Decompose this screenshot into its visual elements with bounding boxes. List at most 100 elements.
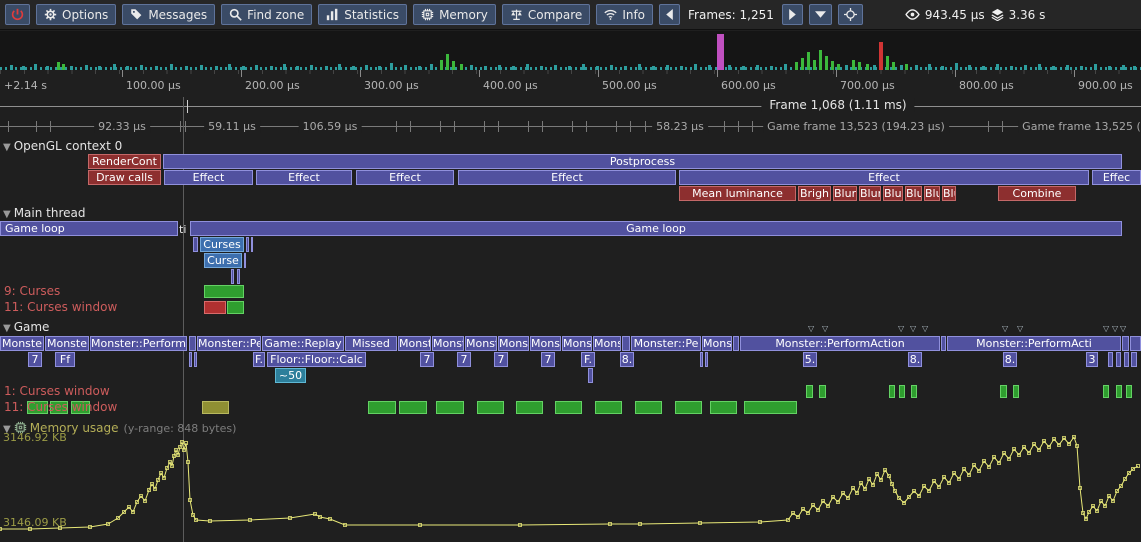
zone[interactable]: Effect xyxy=(458,170,676,185)
zone[interactable] xyxy=(733,336,739,351)
frame-band[interactable]: Frame 1,068 (1.11 ms) xyxy=(0,96,1141,116)
lock-bar[interactable] xyxy=(819,385,826,398)
lock-bar[interactable] xyxy=(1116,385,1122,398)
zone[interactable]: Monsti xyxy=(465,336,497,351)
zone[interactable] xyxy=(231,269,234,284)
section-header-memory[interactable]: ▼Memory usage(y-range: 848 bytes) xyxy=(3,419,236,435)
zone[interactable]: Floor::Floor::Calc xyxy=(267,352,366,367)
zone[interactable] xyxy=(1131,352,1137,367)
zone[interactable]: Blur xyxy=(859,186,881,201)
lock-bar[interactable] xyxy=(1103,385,1109,398)
lock-bar[interactable] xyxy=(477,401,504,414)
zone[interactable]: Monster::PerformAction xyxy=(740,336,940,351)
message-marker-icon[interactable]: ▽ xyxy=(922,325,928,333)
zone[interactable] xyxy=(705,352,708,367)
lock-bar[interactable] xyxy=(710,401,737,414)
zone[interactable]: Monst xyxy=(398,336,431,351)
zone[interactable]: Brigh xyxy=(798,186,831,201)
lock-bar[interactable] xyxy=(1000,385,1007,398)
message-marker-icon[interactable]: ▽ xyxy=(1017,325,1023,333)
zone[interactable] xyxy=(1116,352,1121,367)
compare-button[interactable]: Compare xyxy=(502,4,590,25)
zone[interactable]: Effect xyxy=(256,170,352,185)
lock-bar[interactable] xyxy=(202,401,229,414)
zone[interactable] xyxy=(1130,336,1141,351)
lock-bar[interactable] xyxy=(204,301,226,314)
lock-bar[interactable] xyxy=(744,401,797,414)
zone[interactable]: ~50 xyxy=(275,368,306,383)
lock-bar[interactable] xyxy=(899,385,905,398)
collapse-button[interactable] xyxy=(809,4,832,25)
zone[interactable]: Game loop xyxy=(190,221,1122,236)
message-marker-icon[interactable]: ▽ xyxy=(822,325,828,333)
zone[interactable] xyxy=(251,237,253,252)
zone[interactable] xyxy=(700,352,703,367)
lock-bar[interactable] xyxy=(227,301,244,314)
zone[interactable]: Blur xyxy=(924,186,940,201)
zone[interactable]: Curses xyxy=(200,237,244,252)
zone[interactable]: Postprocess xyxy=(163,154,1122,169)
message-marker-icon[interactable]: ▽ xyxy=(808,325,814,333)
zone[interactable]: Blur xyxy=(942,186,956,201)
zone[interactable]: Effect xyxy=(356,170,454,185)
zone[interactable]: Monster::PerformA xyxy=(90,336,187,351)
zone[interactable]: Monster::Pe xyxy=(631,336,701,351)
subframe-band[interactable]: 92.33 μs59.11 μs106.59 μs58.23 μsGame fr… xyxy=(0,117,1141,135)
zone[interactable]: 7 xyxy=(420,352,434,367)
zone[interactable]: F. xyxy=(581,352,595,367)
section-header-game[interactable]: ▼Game xyxy=(3,320,49,334)
zone[interactable]: Monster::Pe xyxy=(197,336,261,351)
zone[interactable] xyxy=(1108,352,1113,367)
zone[interactable] xyxy=(588,368,593,383)
message-marker-icon[interactable]: ▽ xyxy=(1112,325,1118,333)
lock-bar[interactable] xyxy=(204,285,244,298)
zone[interactable] xyxy=(622,336,630,351)
find-zone-button[interactable]: Find zone xyxy=(221,4,312,25)
zone[interactable]: Blur xyxy=(905,186,922,201)
zone[interactable] xyxy=(244,253,246,268)
lock-bar[interactable] xyxy=(806,385,813,398)
memory-button[interactable]: Memory xyxy=(413,4,496,25)
lock-bar[interactable] xyxy=(399,401,427,414)
message-marker-icon[interactable]: ▽ xyxy=(1103,325,1109,333)
zone[interactable] xyxy=(1122,336,1129,351)
zone[interactable]: 3 xyxy=(1086,352,1098,367)
section-header-opengl[interactable]: ▼OpenGL context 0 xyxy=(3,139,122,153)
lock-bar[interactable] xyxy=(368,401,396,414)
lock-bar[interactable] xyxy=(555,401,582,414)
power-button[interactable] xyxy=(5,4,30,25)
focus-button[interactable] xyxy=(838,4,863,25)
zone[interactable]: 8. xyxy=(1003,352,1017,367)
zone[interactable]: 8. xyxy=(620,352,634,367)
zone[interactable] xyxy=(1124,352,1129,367)
zone[interactable]: Effec xyxy=(1092,170,1141,185)
zone[interactable] xyxy=(246,237,249,252)
zone[interactable]: RenderCont xyxy=(88,154,161,169)
zone[interactable]: Monste xyxy=(45,336,89,351)
message-marker-icon[interactable]: ▽ xyxy=(910,325,916,333)
next-frame-button[interactable] xyxy=(782,4,803,25)
zone[interactable]: Mons xyxy=(702,336,732,351)
lock-bar[interactable] xyxy=(675,401,702,414)
zone[interactable]: Monste xyxy=(530,336,561,351)
lock-bar[interactable] xyxy=(595,401,622,414)
zone[interactable]: Mean luminance xyxy=(679,186,796,201)
frame-overview-histogram[interactable] xyxy=(0,31,1141,70)
zone[interactable]: Curse xyxy=(204,253,242,268)
zone[interactable]: 5. xyxy=(803,352,817,367)
zone[interactable]: Game::Replay xyxy=(262,336,344,351)
message-marker-icon[interactable]: ▽ xyxy=(1002,325,1008,333)
zone[interactable]: 7 xyxy=(28,352,42,367)
zone[interactable]: 7 xyxy=(541,352,555,367)
lock-bar[interactable] xyxy=(911,385,917,398)
zone[interactable]: Combine xyxy=(998,186,1076,201)
zone[interactable]: 8. xyxy=(908,352,922,367)
messages-button[interactable]: Messages xyxy=(122,4,215,25)
zone[interactable]: Blur xyxy=(883,186,903,201)
zone[interactable] xyxy=(237,269,240,284)
zone[interactable] xyxy=(189,352,192,367)
zone[interactable]: Draw calls xyxy=(88,170,161,185)
zone[interactable]: Blur xyxy=(833,186,857,201)
zone[interactable]: 7 xyxy=(494,352,508,367)
zone[interactable]: Ff xyxy=(55,352,75,367)
